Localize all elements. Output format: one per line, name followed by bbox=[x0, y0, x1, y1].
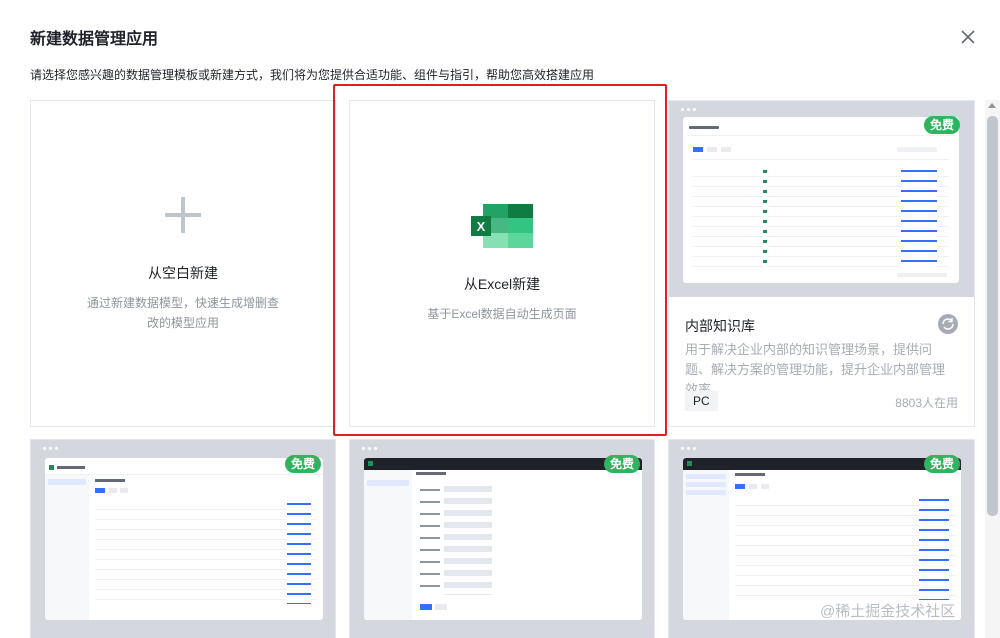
scroll-thumb[interactable] bbox=[987, 116, 998, 516]
free-badge: 免费 bbox=[284, 455, 321, 473]
preview-window bbox=[45, 458, 323, 620]
blank-card-desc: 通过新建数据模型，快速生成增删查改的模型应用 bbox=[86, 295, 279, 330]
free-badge: 免费 bbox=[923, 116, 960, 134]
watermark: @稀土掘金技术社区 bbox=[820, 603, 956, 620]
blank-card-title: 从空白新建 bbox=[148, 264, 218, 281]
sync-icon bbox=[938, 314, 958, 334]
template-card-form[interactable]: 免费 bbox=[349, 439, 655, 638]
free-badge: 免费 bbox=[923, 455, 960, 473]
knowledge-card-title: 内部知识库 bbox=[685, 318, 755, 334]
knowledge-preview: 免费 bbox=[669, 101, 974, 297]
preview-window bbox=[683, 117, 959, 283]
excel-create-card[interactable]: X 从Excel新建 基于Excel数据自动生成页面 bbox=[349, 100, 655, 427]
excel-card-title: 从Excel新建 bbox=[463, 275, 541, 292]
template-preview: 免费 bbox=[350, 440, 654, 638]
excel-card-desc: 基于Excel数据自动生成页面 bbox=[427, 306, 577, 321]
scroll-up-arrow-icon[interactable] bbox=[988, 103, 996, 108]
plus-icon bbox=[165, 196, 201, 233]
usage-count: 8803人在用 bbox=[895, 396, 958, 410]
template-grid: 从空白新建 通过新建数据模型，快速生成增删查改的模型应用 X 从Excel新建 … bbox=[0, 0, 985, 638]
free-badge: 免费 bbox=[603, 455, 640, 473]
excel-icon: X bbox=[471, 203, 533, 248]
svg-text:X: X bbox=[477, 219, 486, 234]
window-dots bbox=[43, 447, 58, 450]
platform-tag: PC bbox=[685, 391, 718, 411]
template-preview: 免费 bbox=[31, 440, 335, 638]
knowledge-base-card[interactable]: 免费 内部知识库 用于解决企业内部的知识管理场景，提供问题、解决方案的管理功能，… bbox=[668, 100, 975, 427]
blank-create-card[interactable]: 从空白新建 通过新建数据模型，快速生成增删查改的模型应用 bbox=[30, 100, 336, 427]
knowledge-card-desc: 用于解决企业内部的知识管理场景，提供问题、解决方案的管理功能，提升企业内部管理效… bbox=[685, 342, 946, 397]
preview-window bbox=[683, 458, 961, 620]
window-dots bbox=[681, 447, 696, 450]
preview-window bbox=[364, 458, 642, 620]
template-card-employee[interactable]: 免费 bbox=[30, 439, 336, 638]
window-dots bbox=[362, 447, 377, 450]
window-dots bbox=[681, 108, 696, 111]
vertical-scrollbar[interactable] bbox=[985, 100, 1000, 638]
